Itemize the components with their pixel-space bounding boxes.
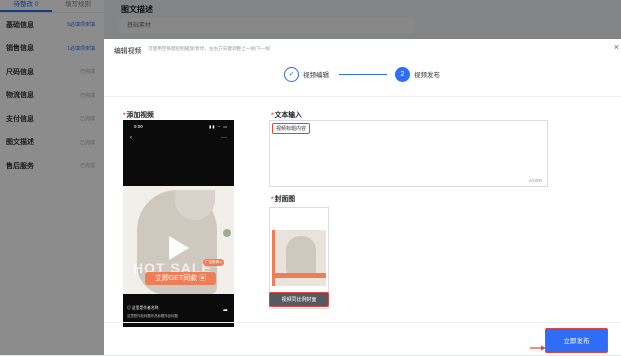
text-input-value: 视频标题内容	[272, 123, 311, 134]
text-input[interactable]: 视频标题内容 6/1000	[269, 120, 548, 187]
modal-hint: 可使用空格键控制播放/暂停，左右方向键调整上一帧/下一帧	[148, 46, 270, 51]
add-video-label-text: 添加视频	[126, 112, 154, 119]
divider	[104, 96, 621, 97]
play-icon[interactable]	[169, 236, 189, 260]
step-done-icon: ✓	[284, 66, 299, 82]
cover-banner	[272, 273, 326, 278]
modal-header: 编辑视频 可使用空格键控制播放/暂停，左右方向键调整上一帧/下一帧 ×	[104, 39, 621, 57]
step-connector	[339, 73, 387, 75]
signal-icon: ▮▮ ◔ ▭	[209, 124, 228, 129]
cover-label-text: 封面图	[274, 196, 296, 203]
add-video-label: *添加视频	[123, 112, 154, 119]
cover-edge	[272, 230, 275, 286]
step-label-edit[interactable]: 视频编辑	[303, 69, 329, 79]
step-number-icon: 2	[395, 66, 410, 82]
promo-button: 立即GET同款 ▣	[145, 272, 216, 285]
phone-header: 9:00 ▮▮ ◔ ▭ ‹ ···	[123, 120, 234, 186]
step-label-publish[interactable]: 视频发布	[414, 69, 440, 79]
video-title: 这里是作品标题作品标题作品标题	[127, 314, 178, 318]
video-preview[interactable]: 9:00 ▮▮ ◔ ▭ ‹ ··· HOT SALE 广告推荐 ▸ 立即GET同…	[123, 120, 234, 327]
stepper: ✓ 视频编辑 2 视频发布	[284, 64, 440, 84]
edit-video-modal: 编辑视频 可使用空格键控制播放/暂停，左右方向键调整上一帧/下一帧 × ✓ 视频…	[104, 39, 621, 355]
cover-image	[272, 230, 326, 286]
modal-title: 编辑视频	[114, 48, 142, 55]
back-icon: ‹	[130, 135, 132, 141]
text-input-label: *文本输入	[271, 112, 302, 119]
same-ratio-cover-button[interactable]: 视频同比例封面	[269, 292, 329, 307]
cover-label: *封面图	[271, 196, 296, 203]
more-icon: ···	[221, 135, 227, 141]
cover-product	[286, 236, 316, 278]
publish-button[interactable]: 立即发布	[545, 328, 608, 353]
share-icon: ➦	[222, 308, 228, 314]
status-time: 9:00	[134, 124, 143, 129]
arrow-icon	[530, 345, 546, 351]
close-icon[interactable]: ×	[614, 42, 619, 52]
author-name: ◎ 这里是作者名称	[127, 306, 159, 310]
char-counter: 6/1000	[529, 178, 542, 183]
avatar	[223, 229, 231, 237]
ad-tag: 广告推荐 ▸	[203, 259, 225, 266]
text-input-label-text: 文本输入	[274, 112, 302, 119]
